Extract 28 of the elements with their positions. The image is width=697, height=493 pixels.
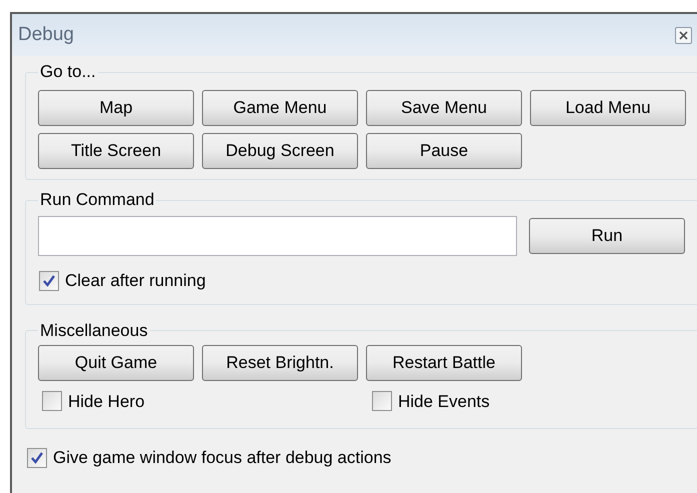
action-button[interactable]: Restart Battle [366, 344, 522, 380]
group-label: Miscellaneous [39, 320, 149, 340]
close-icon [679, 30, 688, 40]
checkbox-label: Hide Events [398, 390, 490, 412]
close-button[interactable] [675, 26, 692, 44]
action-button[interactable]: Map [38, 90, 194, 126]
action-button[interactable]: Load Menu [530, 90, 686, 126]
action-button[interactable]: Quit Game [38, 344, 194, 380]
checkbox-label: Give game window focus after debug actions [53, 447, 392, 469]
action-button[interactable]: Save Menu [366, 90, 522, 126]
action-button[interactable]: Reset Brightn. [202, 344, 358, 380]
window-title: Debug [18, 22, 74, 47]
checkbox[interactable] [372, 391, 392, 412]
command-input[interactable] [38, 216, 517, 256]
checkbox-label: Hide Hero [68, 390, 145, 412]
checkbox[interactable] [42, 391, 62, 412]
action-button[interactable]: Pause [366, 133, 522, 169]
group-label: Run Command [39, 190, 156, 210]
checkbox[interactable] [39, 270, 59, 291]
group-label: Go to... [39, 62, 97, 82]
checkmark-icon [30, 450, 44, 465]
action-button[interactable]: Title Screen [38, 133, 194, 169]
checkbox-label: Clear after running [65, 270, 206, 292]
action-button[interactable]: Debug Screen [202, 133, 358, 169]
action-button[interactable]: Game Menu [202, 90, 358, 126]
checkmark-icon [42, 274, 56, 288]
checkbox[interactable] [27, 448, 47, 468]
action-button[interactable]: Run [529, 218, 685, 254]
